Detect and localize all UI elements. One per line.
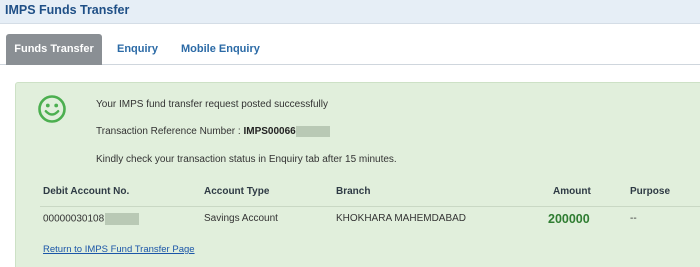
reference-label: Transaction Reference Number : <box>96 126 244 138</box>
purpose-cell: -- <box>630 213 637 224</box>
reference-number: IMPS00066 <box>243 126 296 138</box>
success-message: Your IMPS fund transfer request posted s… <box>96 99 328 110</box>
column-header-account-type: Account Type <box>204 186 270 197</box>
column-header-branch: Branch <box>336 186 371 197</box>
reference-line: Transaction Reference Number : IMPS00066 <box>96 126 330 137</box>
debit-account-number: 00000030108 <box>43 213 105 225</box>
amount-cell: 200000 <box>548 212 590 226</box>
tab-enquiry[interactable]: Enquiry <box>117 34 158 65</box>
tab-funds-transfer[interactable]: Funds Transfer <box>6 34 102 65</box>
smiley-icon <box>38 95 66 123</box>
branch-cell: KHOKHARA MAHEMDABAD <box>336 213 467 224</box>
tab-mobile-enquiry[interactable]: Mobile Enquiry <box>181 34 260 65</box>
redaction-block <box>105 213 140 225</box>
debit-account-cell: 00000030108 <box>43 213 140 225</box>
column-header-debit-account: Debit Account No. <box>43 186 130 197</box>
column-header-amount: Amount <box>553 186 591 197</box>
redaction-block <box>295 126 330 137</box>
page-header: IMPS Funds Transfer <box>0 0 700 24</box>
tab-bar: Funds Transfer Enquiry Mobile Enquiry <box>0 34 700 65</box>
return-link[interactable]: Return to IMPS Fund Transfer Page <box>43 244 195 255</box>
table-divider <box>40 206 700 207</box>
account-type-cell: Savings Account <box>204 213 278 224</box>
column-header-purpose: Purpose <box>630 186 671 197</box>
page-title: IMPS Funds Transfer <box>5 3 130 17</box>
status-check-message: Kindly check your transaction status in … <box>96 154 397 165</box>
